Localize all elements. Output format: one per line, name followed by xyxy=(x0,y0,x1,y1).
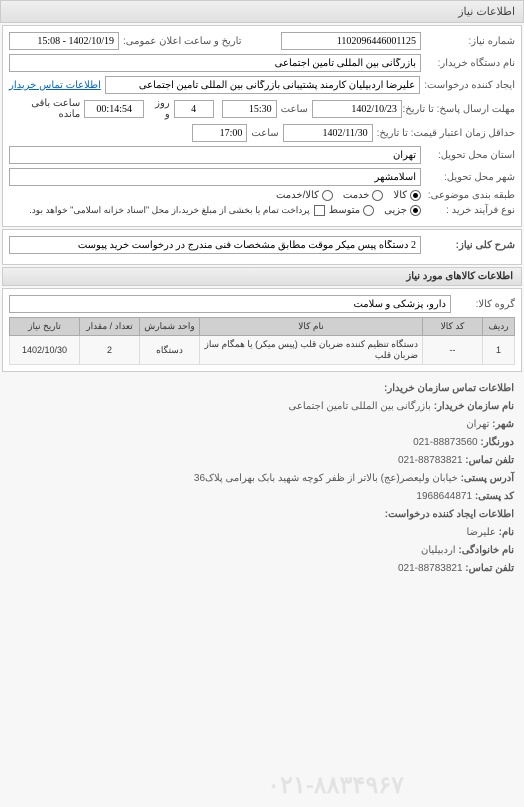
need-number-label: شماره نیاز: xyxy=(425,36,515,47)
lname-label: نام خانوادگی: xyxy=(458,545,514,556)
contact-title: اطلاعات تماس سازمان خریدار: xyxy=(384,383,514,394)
radio-both[interactable] xyxy=(322,190,333,201)
requester-input[interactable] xyxy=(105,76,420,94)
cell-unit: دستگاه xyxy=(140,336,200,365)
radio-goods-label: کالا xyxy=(393,190,407,201)
days-remain-input[interactable] xyxy=(174,100,214,118)
goods-group-input[interactable] xyxy=(9,295,451,313)
response-deadline-label: مهلت ارسال پاسخ: تا تاریخ: xyxy=(406,104,515,115)
time-remain-input[interactable] xyxy=(84,100,144,118)
goods-section: گروه کالا: ردیف کد کالا نام کالا واحد شم… xyxy=(2,288,522,372)
need-title-section: شرح کلی نیاز: xyxy=(2,229,522,265)
radio-medium[interactable] xyxy=(363,205,374,216)
buy-type-label: نوع فرآیند خرید : xyxy=(425,205,515,216)
th-qty: تعداد / مقدار xyxy=(80,318,140,336)
org-label: نام سازمان خریدار: xyxy=(434,401,514,412)
phone2-value: 88783821-021 xyxy=(398,563,463,574)
days-remain-label: روز و xyxy=(148,98,169,120)
class-label: طبقه بندی موضوعی: xyxy=(425,190,515,201)
announce-datetime-input[interactable] xyxy=(9,32,119,50)
lname-value: اردبیلیان xyxy=(421,545,456,556)
cell-date: 1402/10/30 xyxy=(10,336,80,365)
response-time-label: ساعت xyxy=(281,104,308,115)
tab-info[interactable]: اطلاعات نیاز xyxy=(0,0,524,23)
min-delivery-time-label: ساعت xyxy=(251,128,278,139)
name-value: علیرضا xyxy=(467,527,496,538)
time-remain-label: ساعت باقی مانده xyxy=(9,98,80,120)
delivery-state-input[interactable] xyxy=(9,146,421,164)
goods-table: ردیف کد کالا نام کالا واحد شمارش تعداد /… xyxy=(9,317,515,365)
radio-service[interactable] xyxy=(372,190,383,201)
treasury-checkbox[interactable] xyxy=(314,205,325,216)
goods-section-title: اطلاعات کالاهای مورد نیاز xyxy=(2,267,522,286)
buyer-org-input[interactable] xyxy=(9,54,421,72)
requester-label: ایجاد کننده درخواست: xyxy=(424,80,515,91)
city-label: شهر: xyxy=(492,419,514,430)
th-code: کد کالا xyxy=(423,318,483,336)
address-value: خیابان ولیعصر(عج) بالاتر از ظفر کوچه شهی… xyxy=(194,473,458,484)
footer-contact: ۰۲۱-۸۸۳۴۹۶۷ اطلاعات تماس سازمان خریدار: … xyxy=(0,374,524,584)
th-row: ردیف xyxy=(483,318,515,336)
cell-qty: 2 xyxy=(80,336,140,365)
city-value: تهران xyxy=(466,419,489,430)
fax-value: 88873560-021 xyxy=(413,437,478,448)
phone1-label: تلفن تماس: xyxy=(465,455,514,466)
radio-partial-label: جزیی xyxy=(384,205,407,216)
delivery-state-label: استان محل تحویل: xyxy=(425,150,515,161)
min-delivery-time-input[interactable] xyxy=(192,124,247,142)
delivery-city-label: شهر محل تحویل: xyxy=(425,172,515,183)
delivery-city-input[interactable] xyxy=(9,168,421,186)
postcode-value: 1968644871 xyxy=(416,491,472,502)
need-info-section: شماره نیاز: تاریخ و ساعت اعلان عمومی: نا… xyxy=(2,25,522,227)
postcode-label: کد پستی: xyxy=(475,491,514,502)
announce-datetime-label: تاریخ و ساعت اعلان عمومی: xyxy=(123,36,242,47)
name-label: نام: xyxy=(499,527,514,538)
address-label: آدرس پستی: xyxy=(461,473,514,484)
org-value: بازرگانی بین المللی تامین اجتماعی xyxy=(289,401,431,412)
goods-group-label: گروه کالا: xyxy=(455,299,515,310)
buyer-contact-link[interactable]: اطلاعات تماس خریدار xyxy=(9,80,101,91)
table-row[interactable]: 1 -- دستگاه تنظیم کننده ضربان قلب (پیس م… xyxy=(10,336,515,365)
need-title-input[interactable] xyxy=(9,236,421,254)
fax-label: دورنگار: xyxy=(480,437,514,448)
radio-medium-label: متوسط xyxy=(329,205,360,216)
phone1-value: 88783821-021 xyxy=(398,455,463,466)
th-name: نام کالا xyxy=(200,318,423,336)
phone2-label: تلفن تماس: xyxy=(465,563,514,574)
radio-both-label: کالا/خدمت xyxy=(276,190,319,201)
need-title-label: شرح کلی نیاز: xyxy=(425,240,515,251)
req-contact-title: اطلاعات ایجاد کننده درخواست: xyxy=(385,509,514,520)
buy-note: پرداخت تمام یا بخشی از مبلغ خرید،از محل … xyxy=(29,205,309,216)
radio-partial[interactable] xyxy=(410,205,421,216)
min-delivery-date-input[interactable] xyxy=(283,124,373,142)
radio-service-label: خدمت xyxy=(343,190,370,201)
response-time-input[interactable] xyxy=(222,100,277,118)
cell-row: 1 xyxy=(483,336,515,365)
radio-goods[interactable] xyxy=(410,190,421,201)
min-delivery-label: حداقل زمان اعتبار قیمت: تا تاریخ: xyxy=(377,128,515,139)
need-number-input[interactable] xyxy=(281,32,421,50)
buyer-org-label: نام دستگاه خریدار: xyxy=(425,58,515,69)
watermark: ۰۲۱-۸۸۳۴۹۶۷ xyxy=(267,764,404,807)
response-date-input[interactable] xyxy=(312,100,402,118)
th-unit: واحد شمارش xyxy=(140,318,200,336)
cell-name: دستگاه تنظیم کننده ضربان قلب (پیس میکر) … xyxy=(200,336,423,365)
th-date: تاریخ نیاز xyxy=(10,318,80,336)
cell-code: -- xyxy=(423,336,483,365)
